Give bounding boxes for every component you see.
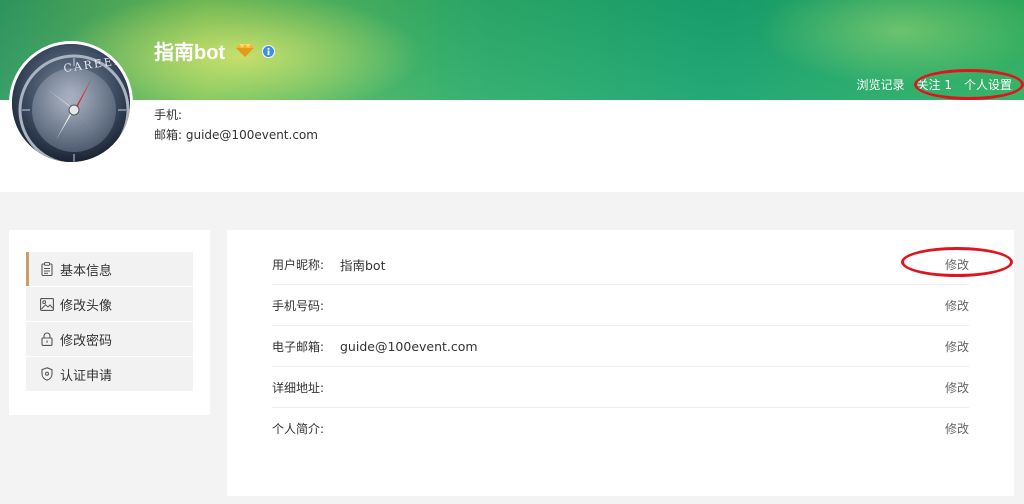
edit-address-button[interactable]: 修改 — [945, 379, 969, 396]
personal-settings-link[interactable]: 个人设置 — [964, 76, 1012, 93]
row-label: 手机号码: — [272, 298, 325, 313]
row-label: 个人简介: — [272, 422, 325, 436]
phone-line: 手机: — [154, 106, 182, 123]
sidebar-item-label: 修改头像 — [60, 298, 113, 314]
info-row-email: 电子邮箱: guide@100event.com 修改 — [272, 326, 969, 367]
row-label: 详细地址: — [272, 380, 325, 395]
sidebar-item-verification[interactable]: 认证申请 — [26, 357, 193, 391]
phone-label: 手机: — [154, 108, 183, 122]
sidebar-item-label: 认证申请 — [60, 368, 113, 384]
sidebar-item-label: 基本信息 — [60, 263, 113, 279]
profile-info-section: 手机: 邮箱: guide@100event.com — [0, 100, 1024, 192]
follow-link[interactable]: 关注 1 — [917, 76, 952, 93]
edit-email-button[interactable]: 修改 — [945, 338, 969, 355]
basic-info-panel: 用户昵称: 指南bot 修改 手机号码: 修改 电子邮箱: guide@100e… — [227, 230, 1014, 496]
info-row-phone: 手机号码: 修改 — [272, 285, 969, 326]
lock-icon — [40, 332, 54, 346]
browse-history-link[interactable]: 浏览记录 — [857, 76, 905, 93]
sidebar-item-change-avatar[interactable]: 修改头像 — [26, 287, 193, 321]
header-links: 浏览记录 关注 1 个人设置 — [857, 76, 1012, 93]
image-icon — [40, 297, 54, 311]
edit-phone-button[interactable]: 修改 — [945, 297, 969, 314]
diamond-icon — [236, 42, 254, 61]
sidebar-item-basic-info[interactable]: 基本信息 — [26, 252, 193, 286]
avatar[interactable]: CAREER — [9, 41, 133, 165]
info-row-bio: 个人简介: 修改 — [272, 408, 969, 449]
clipboard-icon — [40, 262, 54, 276]
user-name: 指南bot — [154, 42, 226, 64]
info-row-address: 详细地址: 修改 — [272, 367, 969, 408]
sidebar-item-label: 修改密码 — [60, 333, 113, 349]
row-value: guide@100event.com — [340, 338, 478, 354]
row-label: 电子邮箱: — [272, 339, 325, 354]
row-value: 指南bot — [340, 257, 386, 273]
edit-nickname-button[interactable]: 修改 — [945, 256, 969, 273]
email-line: 邮箱: guide@100event.com — [154, 126, 318, 143]
email-label: 邮箱: — [154, 128, 183, 142]
row-label: 用户昵称: — [272, 257, 325, 272]
settings-sidebar: 基本信息 修改头像 修改密码 认证申请 — [9, 230, 210, 415]
info-row-nickname: 用户昵称: 指南bot 修改 — [272, 244, 969, 285]
sidebar-item-change-password[interactable]: 修改密码 — [26, 322, 193, 356]
edit-bio-button[interactable]: 修改 — [945, 420, 969, 437]
shield-icon — [40, 367, 54, 381]
verified-badge-icon — [262, 43, 275, 62]
email-value: guide@100event.com — [185, 128, 318, 142]
